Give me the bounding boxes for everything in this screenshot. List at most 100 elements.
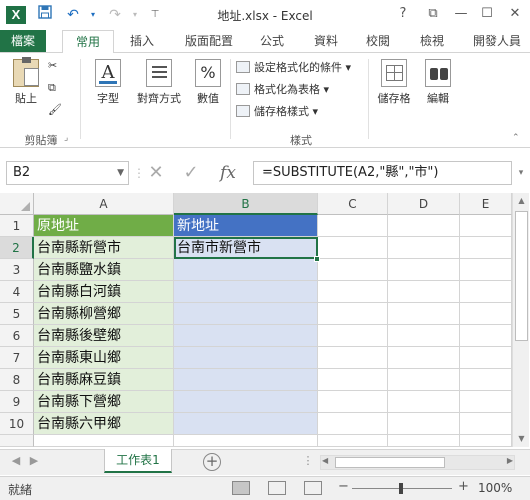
row-header[interactable]: 5 xyxy=(0,303,34,325)
row-header[interactable]: 1 xyxy=(0,215,34,237)
page-break-view-icon[interactable] xyxy=(304,481,322,495)
cell-e4[interactable] xyxy=(460,281,512,303)
cell-c8[interactable] xyxy=(318,369,388,391)
tab-data[interactable]: 資料 xyxy=(306,30,346,52)
row-header[interactable]: 8 xyxy=(0,369,34,391)
cell-c1[interactable] xyxy=(318,215,388,237)
minimize-button[interactable]: — xyxy=(448,3,474,25)
cell-d2[interactable] xyxy=(388,237,460,259)
cell-d3[interactable] xyxy=(388,259,460,281)
cell-b9[interactable] xyxy=(174,391,318,413)
vertical-scroll-thumb[interactable] xyxy=(515,211,528,341)
row-header[interactable]: 3 xyxy=(0,259,34,281)
cell-b2[interactable]: 台南市新營市 xyxy=(174,237,318,259)
cell-c7[interactable] xyxy=(318,347,388,369)
cell-d4[interactable] xyxy=(388,281,460,303)
copy-icon[interactable]: ⧉ xyxy=(48,79,56,97)
name-box[interactable]: B2 ▼ xyxy=(6,161,129,185)
cell-e10[interactable] xyxy=(460,413,512,435)
cell-d1[interactable] xyxy=(388,215,460,237)
cell-e6[interactable] xyxy=(460,325,512,347)
cell-c4[interactable] xyxy=(318,281,388,303)
cell-c11[interactable] xyxy=(318,435,388,447)
cells-button[interactable]: 儲存格 xyxy=(372,59,416,106)
horizontal-scrollbar[interactable]: ◀ ▶ xyxy=(320,455,515,470)
cell-d10[interactable] xyxy=(388,413,460,435)
name-box-dropdown-icon[interactable]: ▼ xyxy=(117,162,124,184)
expand-formula-bar-icon[interactable]: ▾ xyxy=(514,161,528,185)
tab-developer[interactable]: 開發人員 xyxy=(464,30,530,52)
cell-a1[interactable]: 原地址 xyxy=(34,215,174,237)
cell-e7[interactable] xyxy=(460,347,512,369)
scroll-right-icon[interactable]: ▶ xyxy=(507,456,513,465)
cell-b8[interactable] xyxy=(174,369,318,391)
close-button[interactable]: ✕ xyxy=(502,3,528,25)
select-all-corner[interactable] xyxy=(0,193,34,215)
cell-a9[interactable]: 台南縣下營鄉 xyxy=(34,391,174,413)
sheet-tab-1[interactable]: 工作表1 xyxy=(104,449,172,473)
sheet-tabs-splitter-icon[interactable]: ⋮ xyxy=(300,454,316,467)
cancel-icon[interactable]: ✕ xyxy=(143,161,169,185)
cell-d9[interactable] xyxy=(388,391,460,413)
cell-c6[interactable] xyxy=(318,325,388,347)
column-header-b[interactable]: B xyxy=(174,193,318,215)
enter-icon[interactable]: ✓ xyxy=(178,161,204,185)
tab-home[interactable]: 常用 xyxy=(62,30,114,53)
format-painter-icon[interactable]: 🖌 xyxy=(48,101,62,119)
cell-a11[interactable] xyxy=(34,435,174,447)
font-button[interactable]: A 字型 xyxy=(86,59,130,106)
zoom-in-icon[interactable]: + xyxy=(458,479,469,494)
column-header-e[interactable]: E xyxy=(460,193,512,215)
zoom-slider-knob[interactable] xyxy=(399,483,403,494)
row-header[interactable]: 9 xyxy=(0,391,34,413)
cell-e3[interactable] xyxy=(460,259,512,281)
page-layout-view-icon[interactable] xyxy=(268,481,286,495)
cell-d5[interactable] xyxy=(388,303,460,325)
cell-d7[interactable] xyxy=(388,347,460,369)
cell-b7[interactable] xyxy=(174,347,318,369)
column-header-d[interactable]: D xyxy=(388,193,460,215)
cell-e11[interactable] xyxy=(460,435,512,447)
cell-b10[interactable] xyxy=(174,413,318,435)
help-button[interactable]: ? xyxy=(390,3,416,25)
cell-b5[interactable] xyxy=(174,303,318,325)
cell-d6[interactable] xyxy=(388,325,460,347)
tab-formulas[interactable]: 公式 xyxy=(252,30,292,52)
column-header-a[interactable]: A xyxy=(34,193,174,215)
cell-c5[interactable] xyxy=(318,303,388,325)
cell-a5[interactable]: 台南縣柳營鄉 xyxy=(34,303,174,325)
format-as-table-button[interactable]: 格式化為表格 ▾ xyxy=(236,81,329,99)
tab-review[interactable]: 校閱 xyxy=(358,30,398,52)
clipboard-launcher-icon[interactable]: ⌟ xyxy=(64,129,68,147)
cell-b11[interactable] xyxy=(174,435,318,447)
cell-a4[interactable]: 台南縣白河鎮 xyxy=(34,281,174,303)
maximize-button[interactable]: ☐ xyxy=(474,3,500,25)
row-header[interactable]: 7 xyxy=(0,347,34,369)
fill-handle[interactable] xyxy=(314,256,320,262)
cell-c9[interactable] xyxy=(318,391,388,413)
tab-insert[interactable]: 插入 xyxy=(122,30,162,52)
column-header-c[interactable]: C xyxy=(318,193,388,215)
alignment-button[interactable]: 對齊方式 xyxy=(134,59,184,106)
number-button[interactable]: % 數值 xyxy=(188,59,228,106)
vertical-scrollbar[interactable]: ▲ ▼ xyxy=(512,193,529,447)
cell-e2[interactable] xyxy=(460,237,512,259)
sheet-next-icon[interactable]: ▶ xyxy=(26,454,42,467)
cell-styles-button[interactable]: 儲存格樣式 ▾ xyxy=(236,103,318,121)
formula-input[interactable]: =SUBSTITUTE(A2,"縣","市") xyxy=(253,161,512,185)
zoom-level[interactable]: 100% xyxy=(478,481,512,495)
tab-file[interactable]: 檔案 xyxy=(0,30,46,52)
ribbon-display-options-button[interactable]: ⧉ xyxy=(420,3,446,25)
add-sheet-icon[interactable]: + xyxy=(203,453,221,471)
cell-b4[interactable] xyxy=(174,281,318,303)
cell-e5[interactable] xyxy=(460,303,512,325)
row-header[interactable]: 10 xyxy=(0,413,34,435)
row-header[interactable]: 2 xyxy=(0,237,34,259)
cell-a6[interactable]: 台南縣後壁鄉 xyxy=(34,325,174,347)
cell-a8[interactable]: 台南縣麻豆鎮 xyxy=(34,369,174,391)
cell-b6[interactable] xyxy=(174,325,318,347)
cell-e8[interactable] xyxy=(460,369,512,391)
row-header-partial[interactable] xyxy=(0,435,34,447)
cell-d11[interactable] xyxy=(388,435,460,447)
tab-page-layout[interactable]: 版面配置 xyxy=(178,30,240,52)
